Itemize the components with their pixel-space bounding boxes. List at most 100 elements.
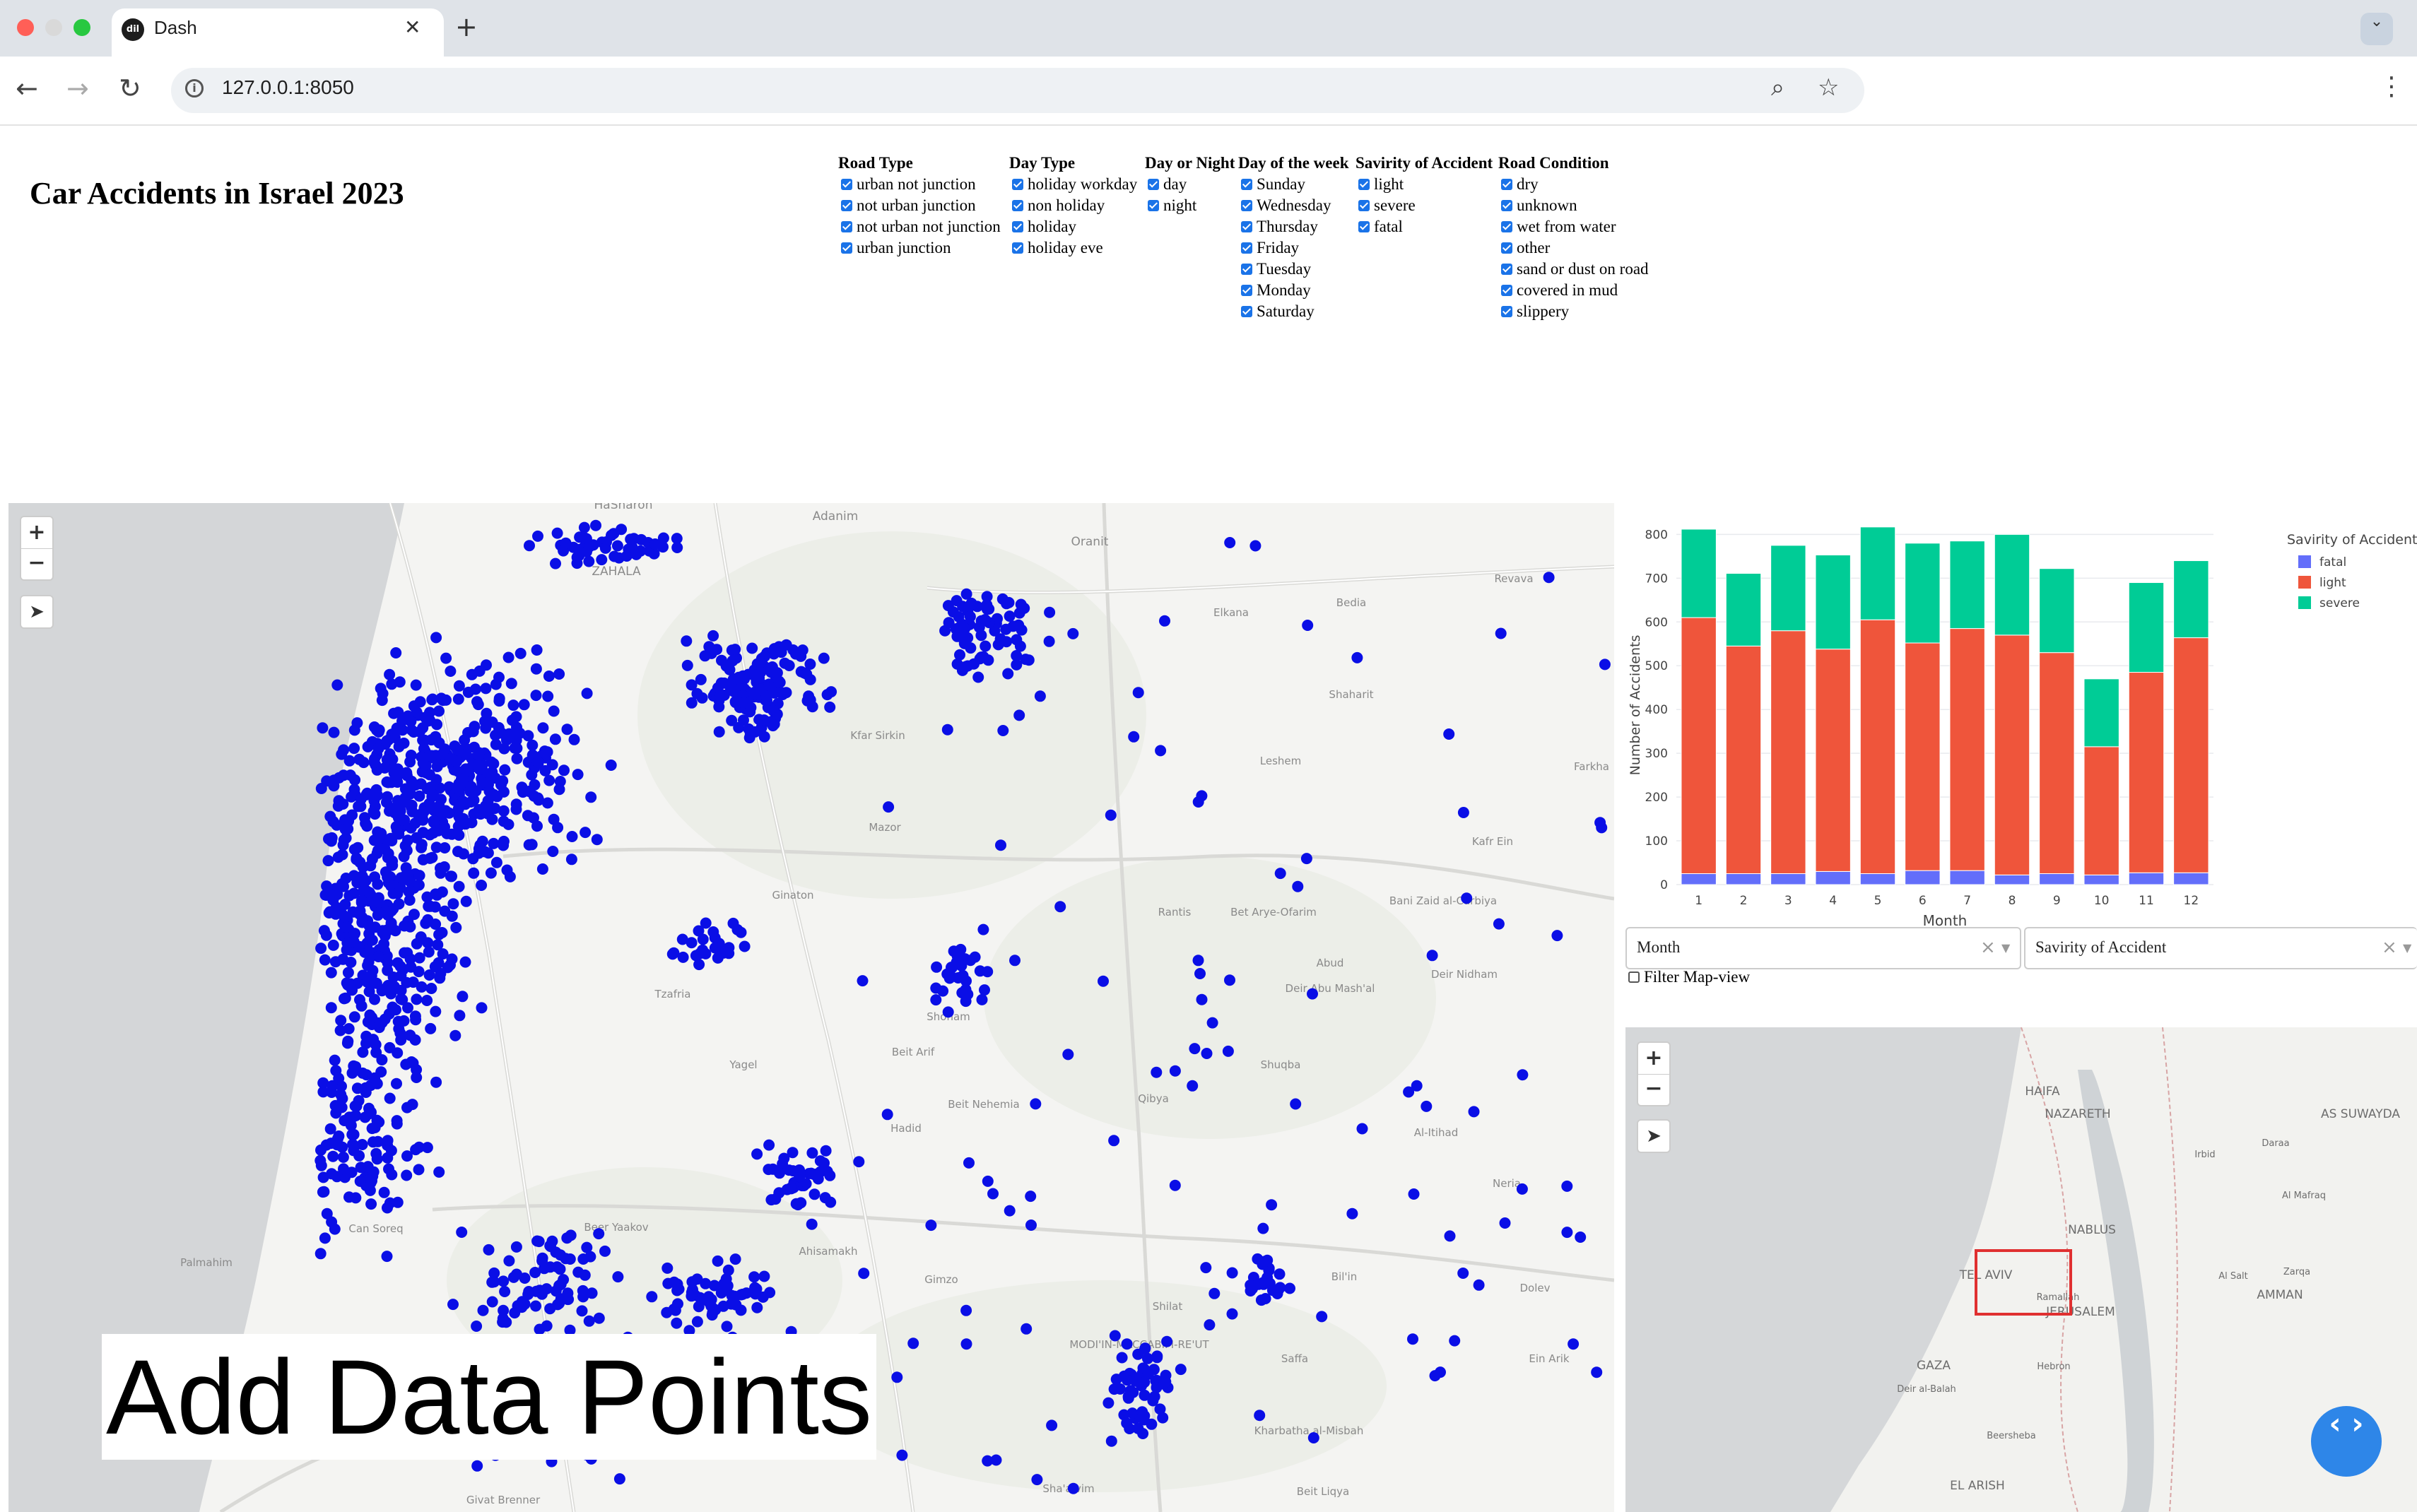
- accident-point[interactable]: [1543, 572, 1555, 584]
- accident-point[interactable]: [1023, 654, 1035, 666]
- accident-point[interactable]: [370, 1039, 382, 1051]
- reload-icon[interactable]: ↻: [119, 73, 141, 104]
- accident-point[interactable]: [550, 557, 561, 569]
- legend-label[interactable]: severe: [2319, 596, 2360, 610]
- accident-point[interactable]: [466, 817, 478, 829]
- accident-point[interactable]: [384, 1041, 396, 1053]
- bar-segment-severe[interactable]: [1994, 533, 2030, 636]
- accident-point[interactable]: [596, 554, 608, 566]
- accident-point[interactable]: [348, 1145, 360, 1157]
- bar-segment-light[interactable]: [1859, 619, 1896, 875]
- accident-point[interactable]: [416, 839, 428, 851]
- accident-point[interactable]: [340, 873, 352, 884]
- accident-point[interactable]: [433, 957, 445, 969]
- accident-point[interactable]: [365, 1198, 377, 1210]
- accident-point[interactable]: [1499, 1217, 1511, 1229]
- maximize-window-button[interactable]: [73, 19, 90, 36]
- accident-point[interactable]: [708, 1280, 720, 1292]
- accident-point[interactable]: [382, 1135, 394, 1147]
- checkbox-checked-icon[interactable]: [1501, 221, 1512, 232]
- accident-point[interactable]: [1591, 1366, 1603, 1378]
- accidents-bar-chart[interactable]: 0 100 200 300 400 500 600 700 800 1 2 3 4 5 6 7 8 9 10 11 12…: [1623, 523, 2417, 935]
- accident-point[interactable]: [339, 1115, 351, 1126]
- accident-point[interactable]: [962, 988, 974, 1000]
- accident-point[interactable]: [709, 942, 721, 954]
- accident-point[interactable]: [1137, 1362, 1149, 1374]
- accident-point[interactable]: [337, 953, 349, 965]
- accident-point[interactable]: [1206, 1017, 1218, 1029]
- accident-point[interactable]: [795, 646, 807, 658]
- accident-point[interactable]: [1014, 640, 1026, 652]
- checkbox-checked-icon[interactable]: [1012, 179, 1023, 190]
- accident-point[interactable]: [325, 967, 337, 979]
- accident-point[interactable]: [325, 835, 337, 847]
- accident-point[interactable]: [355, 894, 367, 906]
- accident-point[interactable]: [972, 671, 984, 683]
- accident-point[interactable]: [766, 661, 778, 673]
- accident-point[interactable]: [486, 813, 498, 825]
- accident-point[interactable]: [955, 620, 966, 632]
- accident-point[interactable]: [1226, 1308, 1238, 1320]
- filter-option[interactable]: wet from water: [1498, 216, 1649, 237]
- checkbox-checked-icon[interactable]: [1241, 221, 1252, 232]
- accident-point[interactable]: [1175, 1364, 1187, 1376]
- filter-option[interactable]: Saturday: [1238, 301, 1349, 322]
- accident-point[interactable]: [473, 760, 485, 772]
- accident-point[interactable]: [661, 1306, 673, 1318]
- accident-point[interactable]: [529, 1267, 541, 1278]
- accident-point[interactable]: [334, 1024, 346, 1036]
- accident-point[interactable]: [430, 1076, 442, 1088]
- accident-point[interactable]: [1274, 1268, 1286, 1280]
- accident-point[interactable]: [693, 1301, 705, 1313]
- accident-point[interactable]: [735, 1289, 747, 1301]
- x-axis-dropdown[interactable]: Month × ▼: [1625, 927, 2021, 969]
- accident-point[interactable]: [366, 1123, 378, 1135]
- accident-point[interactable]: [411, 706, 423, 718]
- accident-point[interactable]: [613, 1473, 625, 1485]
- accident-point[interactable]: [1461, 892, 1473, 904]
- accident-point[interactable]: [982, 966, 994, 978]
- accident-point[interactable]: [314, 1248, 327, 1260]
- accident-point[interactable]: [1067, 627, 1079, 639]
- accident-point[interactable]: [394, 676, 406, 688]
- accident-point[interactable]: [391, 722, 403, 734]
- accident-point[interactable]: [686, 1290, 698, 1302]
- accident-point[interactable]: [581, 687, 593, 699]
- accident-point[interactable]: [820, 1145, 832, 1157]
- accident-point[interactable]: [324, 1123, 336, 1135]
- accident-point[interactable]: [994, 633, 1006, 645]
- chevron-down-icon[interactable]: ▼: [2403, 941, 2411, 955]
- accident-point[interactable]: [328, 780, 340, 792]
- accident-point[interactable]: [956, 632, 968, 644]
- accident-point[interactable]: [551, 527, 563, 539]
- accident-point[interactable]: [327, 1150, 339, 1162]
- accident-point[interactable]: [963, 1157, 975, 1169]
- color-dropdown[interactable]: Savirity of Accident × ▼: [2024, 927, 2417, 969]
- accident-point[interactable]: [445, 870, 457, 882]
- accident-point[interactable]: [1007, 620, 1019, 632]
- accident-point[interactable]: [976, 993, 988, 1005]
- accident-point[interactable]: [749, 726, 761, 738]
- accident-point[interactable]: [549, 733, 561, 745]
- accident-point[interactable]: [1136, 1412, 1148, 1424]
- accident-point[interactable]: [450, 921, 462, 933]
- accident-point[interactable]: [399, 792, 411, 804]
- accident-point[interactable]: [363, 920, 375, 932]
- accident-point[interactable]: [325, 1002, 337, 1014]
- accident-point[interactable]: [383, 1163, 394, 1175]
- accident-point[interactable]: [1254, 1410, 1266, 1422]
- accident-point[interactable]: [564, 1253, 576, 1265]
- filter-option[interactable]: non holiday: [1009, 195, 1137, 216]
- filter-option[interactable]: Thursday: [1238, 216, 1349, 237]
- accident-point[interactable]: [727, 673, 739, 685]
- chevron-down-icon[interactable]: ▼: [2001, 941, 2010, 955]
- accident-point[interactable]: [498, 815, 510, 827]
- accident-point[interactable]: [1302, 620, 1314, 631]
- accident-point[interactable]: [1109, 1330, 1121, 1342]
- accident-point[interactable]: [1046, 1419, 1058, 1431]
- accident-point[interactable]: [350, 1061, 362, 1073]
- accident-point[interactable]: [476, 776, 488, 789]
- accident-point[interactable]: [668, 947, 680, 959]
- accident-point[interactable]: [931, 961, 943, 973]
- accident-point[interactable]: [498, 839, 510, 851]
